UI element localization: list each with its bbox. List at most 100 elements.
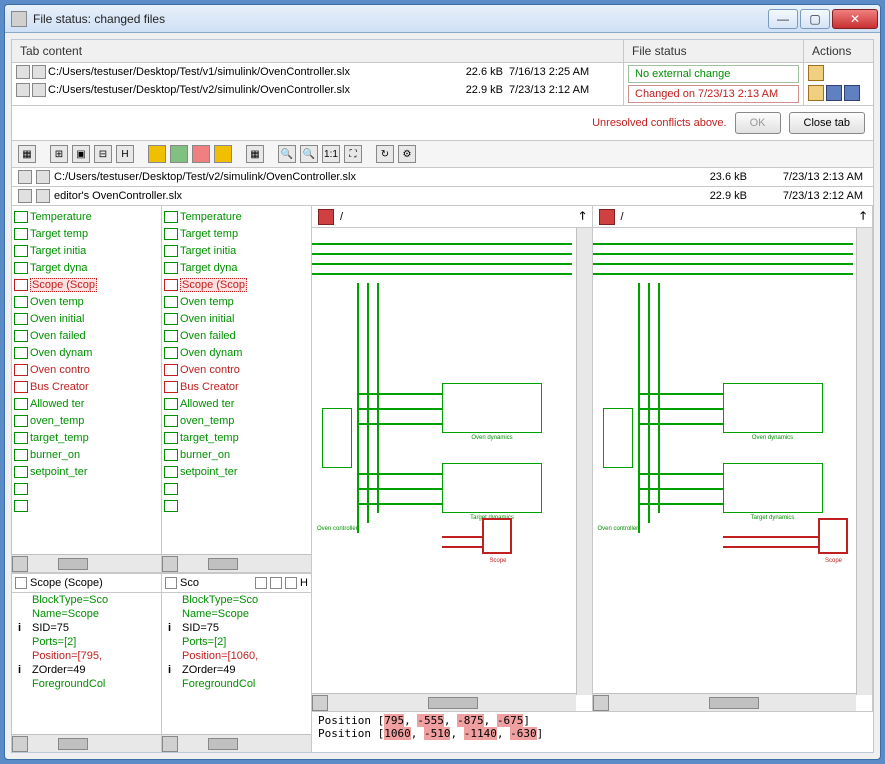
prop-item[interactable]: Name=Scope bbox=[162, 607, 311, 621]
tree-item[interactable]: Oven initial bbox=[162, 310, 311, 327]
h-icon[interactable]: H bbox=[300, 577, 308, 589]
maximize-button[interactable]: ▢ bbox=[800, 9, 830, 29]
diagram-block[interactable] bbox=[723, 463, 823, 513]
tool-icon[interactable] bbox=[270, 577, 282, 589]
tree-item[interactable] bbox=[12, 480, 161, 497]
tree-item[interactable]: Target dyna bbox=[162, 259, 311, 276]
close-tab-button[interactable]: Close tab bbox=[789, 112, 865, 134]
tool-icon[interactable]: ▦ bbox=[18, 145, 36, 163]
prop-item[interactable]: BlockType=Sco bbox=[162, 593, 311, 607]
h-scrollbar[interactable] bbox=[162, 554, 311, 572]
diskette-icon[interactable] bbox=[826, 85, 842, 101]
tree-item[interactable]: Oven initial bbox=[12, 310, 161, 327]
prop-item[interactable]: Ports=[2] bbox=[12, 635, 161, 649]
tree-item[interactable] bbox=[162, 497, 311, 514]
tree-item[interactable]: Oven contro bbox=[12, 361, 161, 378]
tree-item[interactable]: Oven failed bbox=[12, 327, 161, 344]
tree-item[interactable]: Oven temp bbox=[162, 293, 311, 310]
expand-icon[interactable]: ▣ bbox=[72, 145, 90, 163]
tree-item[interactable]: Bus Creator bbox=[162, 378, 311, 395]
tree-item[interactable]: oven_temp bbox=[162, 412, 311, 429]
tree-item[interactable]: burner_on bbox=[162, 446, 311, 463]
prop-item[interactable]: Name=Scope bbox=[12, 607, 161, 621]
close-button[interactable]: ✕ bbox=[832, 9, 878, 29]
save-action-icon[interactable] bbox=[808, 85, 824, 101]
tree-item[interactable]: target_temp bbox=[12, 429, 161, 446]
zoom-reset-icon[interactable]: 1:1 bbox=[322, 145, 340, 163]
diagram-block[interactable] bbox=[482, 518, 512, 554]
tool-icon[interactable] bbox=[148, 145, 166, 163]
zoom-out-icon[interactable]: 🔍 bbox=[300, 145, 318, 163]
tool-icon[interactable] bbox=[192, 145, 210, 163]
up-arrow-icon[interactable]: 🡑 bbox=[580, 207, 586, 226]
tree-item[interactable]: Temperature bbox=[12, 208, 161, 225]
tree-item[interactable]: Oven contro bbox=[162, 361, 311, 378]
save-action-icon[interactable] bbox=[808, 65, 824, 81]
v-scrollbar[interactable] bbox=[576, 228, 592, 695]
tree-item[interactable]: Oven temp bbox=[12, 293, 161, 310]
diagram-block[interactable] bbox=[818, 518, 848, 554]
tree-item[interactable]: Target initia bbox=[12, 242, 161, 259]
fit-icon[interactable]: ⛶ bbox=[344, 145, 362, 163]
grid-icon[interactable]: ▦ bbox=[246, 145, 264, 163]
tree-item[interactable]: setpoint_ter bbox=[162, 463, 311, 480]
tree-item[interactable] bbox=[162, 480, 311, 497]
h-scrollbar[interactable] bbox=[12, 554, 161, 572]
tree-item[interactable]: Allowed ter bbox=[12, 395, 161, 412]
tree-item[interactable]: target_temp bbox=[162, 429, 311, 446]
prop-item[interactable]: ForegroundCol bbox=[162, 677, 311, 691]
tree-item[interactable]: Bus Creator bbox=[12, 378, 161, 395]
canvas-left[interactable]: / 🡑 Oven dynamicsTarget dynamicsScopeOve… bbox=[312, 206, 593, 711]
tree-item[interactable]: Temperature bbox=[162, 208, 311, 225]
tree-item[interactable]: Allowed ter bbox=[162, 395, 311, 412]
tree-item[interactable]: oven_temp bbox=[12, 412, 161, 429]
diagram-block[interactable] bbox=[603, 408, 633, 468]
tree-item[interactable]: Target dyna bbox=[12, 259, 161, 276]
tool-icon[interactable] bbox=[214, 145, 232, 163]
diagram-block[interactable] bbox=[723, 383, 823, 433]
zoom-in-icon[interactable]: 🔍 bbox=[278, 145, 296, 163]
h-icon[interactable]: H bbox=[116, 145, 134, 163]
tool-icon[interactable] bbox=[285, 577, 297, 589]
prop-item[interactable]: iZOrder=49 bbox=[12, 663, 161, 677]
tree-item[interactable]: Oven failed bbox=[162, 327, 311, 344]
prop-item[interactable]: iZOrder=49 bbox=[162, 663, 311, 677]
canvas-right[interactable]: / 🡑 Oven dynamicsTarget dynamicsScopeOve… bbox=[593, 206, 874, 711]
prop-item[interactable]: iSID=75 bbox=[12, 621, 161, 635]
tree-item[interactable]: Target temp bbox=[162, 225, 311, 242]
prop-item[interactable]: Position=[795, bbox=[12, 649, 161, 663]
tree-item[interactable]: Oven dynam bbox=[12, 344, 161, 361]
tree-item[interactable]: Scope (Scop bbox=[162, 276, 311, 293]
titlebar[interactable]: File status: changed files — ▢ ✕ bbox=[5, 5, 880, 33]
tree-item[interactable]: Scope (Scop bbox=[12, 276, 161, 293]
expand-all-icon[interactable]: ⊞ bbox=[50, 145, 68, 163]
tree-item[interactable]: setpoint_ter bbox=[12, 463, 161, 480]
compare-row[interactable]: C:/Users/testuser/Desktop/Test/v2/simuli… bbox=[12, 168, 873, 187]
compare-row[interactable]: editor's OvenController.slx22.9 kB7/23/1… bbox=[12, 187, 873, 206]
diskette-icon[interactable] bbox=[844, 85, 860, 101]
collapse-icon[interactable]: ⊟ bbox=[94, 145, 112, 163]
ok-button[interactable]: OK bbox=[735, 112, 781, 134]
prop-item[interactable]: iSID=75 bbox=[162, 621, 311, 635]
tree-item[interactable]: burner_on bbox=[12, 446, 161, 463]
h-scrollbar[interactable] bbox=[12, 734, 161, 752]
prop-item[interactable]: Ports=[2] bbox=[162, 635, 311, 649]
v-scrollbar[interactable] bbox=[856, 228, 872, 695]
prop-item[interactable]: Position=[1060, bbox=[162, 649, 311, 663]
tree-item[interactable]: Oven dynam bbox=[162, 344, 311, 361]
diagram-block[interactable] bbox=[442, 383, 542, 433]
settings-icon[interactable]: ⚙ bbox=[398, 145, 416, 163]
prop-item[interactable]: BlockType=Sco bbox=[12, 593, 161, 607]
tree-item[interactable]: Target initia bbox=[162, 242, 311, 259]
h-scrollbar[interactable] bbox=[162, 734, 311, 752]
tree-item[interactable]: Target temp bbox=[12, 225, 161, 242]
h-scrollbar[interactable] bbox=[593, 693, 857, 711]
minimize-button[interactable]: — bbox=[768, 9, 798, 29]
tool-icon[interactable] bbox=[170, 145, 188, 163]
tree-item[interactable] bbox=[12, 497, 161, 514]
up-arrow-icon[interactable]: 🡑 bbox=[860, 207, 866, 226]
prop-item[interactable]: ForegroundCol bbox=[12, 677, 161, 691]
tool-icon[interactable] bbox=[255, 577, 267, 589]
refresh-icon[interactable]: ↻ bbox=[376, 145, 394, 163]
diagram-block[interactable] bbox=[322, 408, 352, 468]
